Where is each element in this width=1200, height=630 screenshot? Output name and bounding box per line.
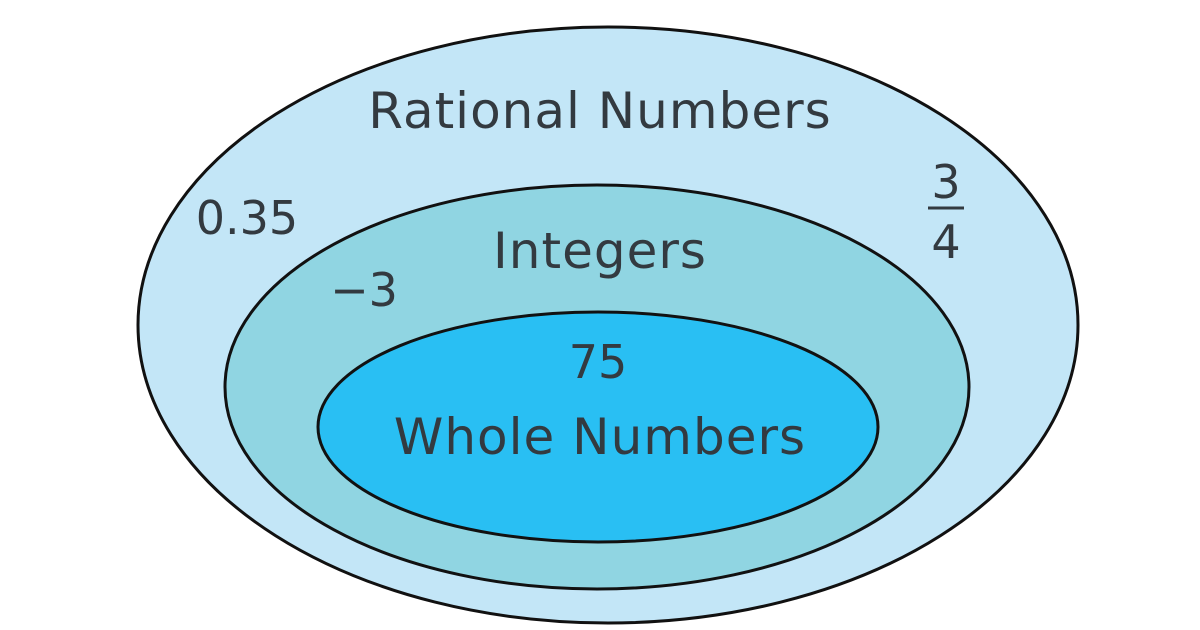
venn-diagram: Rational Numbers 0.35 3 4 Integers −3 75…	[0, 0, 1200, 630]
integers-label: Integers	[493, 222, 707, 280]
negative-integer-element: −3	[330, 263, 398, 317]
rational-numbers-label: Rational Numbers	[368, 82, 831, 140]
whole-numbers-label: Whole Numbers	[394, 408, 806, 466]
fraction-denominator: 4	[931, 215, 960, 269]
fraction-numerator: 3	[931, 155, 960, 209]
whole-number-element: 75	[569, 335, 628, 389]
nested-sets-diagram: Rational Numbers 0.35 3 4 Integers −3 75…	[136, 25, 1080, 625]
decimal-element: 0.35	[196, 191, 298, 245]
